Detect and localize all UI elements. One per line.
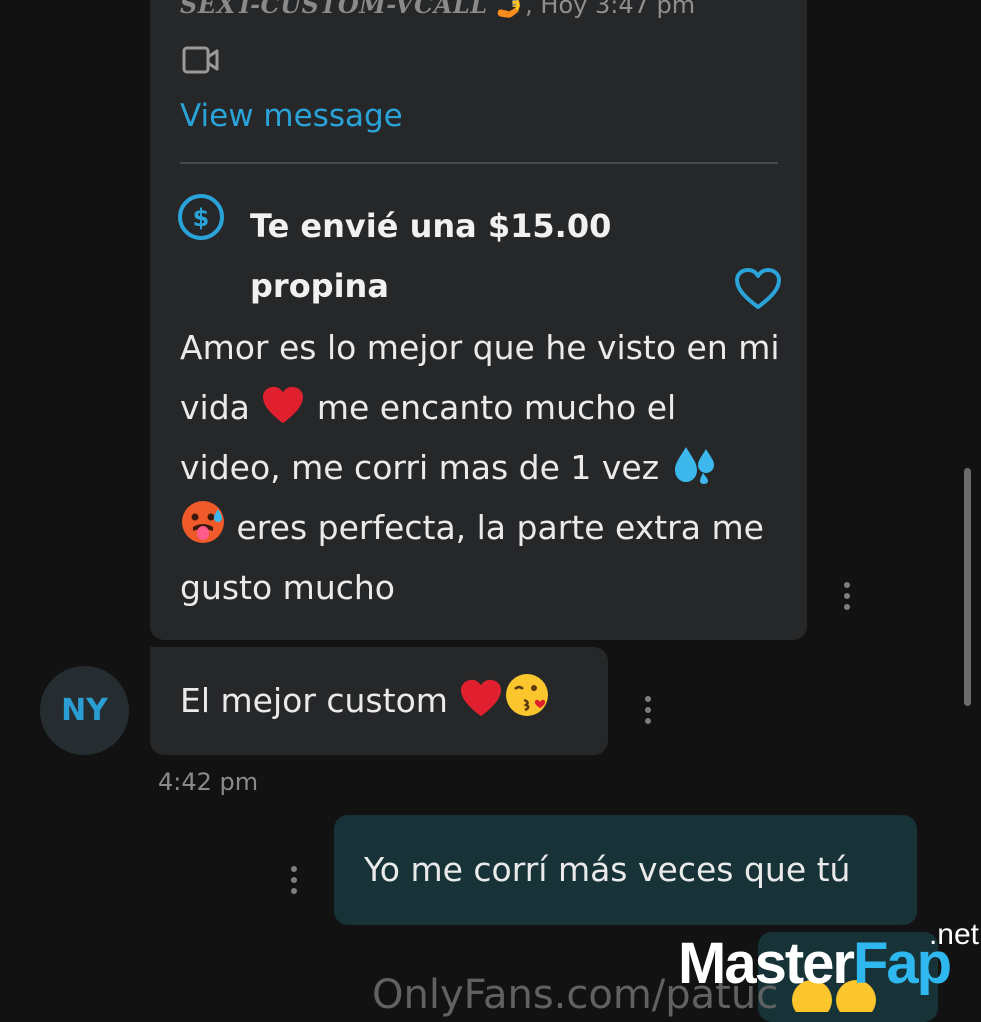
svg-text:$: $	[193, 204, 210, 232]
hot-face-emoji	[182, 501, 224, 543]
sender-caption: SEXT-CUSTOM-VCALL	[180, 0, 488, 19]
message-body: Amor es lo mejor que he visto en mi vida…	[180, 318, 780, 618]
watermark-logo: .net MasterFap	[676, 918, 981, 1000]
dollar-coin-icon: $	[178, 194, 224, 240]
kiss-wink-emoji	[506, 674, 549, 716]
message-body-part-3: eres perfecta, la parte extra me gusto m…	[180, 508, 764, 607]
tip-amount-text: Te envié una $15.00 propina	[250, 207, 612, 305]
view-message-link[interactable]: View message	[180, 98, 403, 134]
outgoing-message-text: Yo me corrí más veces que tú	[364, 850, 851, 889]
divider	[180, 162, 778, 164]
incoming-message-text: El mejor custom	[180, 672, 550, 729]
message-options-icon[interactable]	[837, 580, 857, 614]
avatar[interactable]: NY	[40, 666, 129, 755]
message-header: SEXT-CUSTOM-VCALL 🤳, Hoy 3:47 pm	[180, 0, 695, 19]
like-heart-icon[interactable]	[733, 267, 783, 311]
message-options-icon[interactable]	[284, 864, 304, 898]
logo-word-2: Fap	[852, 931, 952, 996]
sweat-droplets-emoji	[674, 447, 714, 484]
incoming-message-label: El mejor custom	[180, 681, 448, 720]
video-camera-icon	[182, 46, 219, 74]
selfie-emoji: 🤳	[495, 0, 526, 19]
logo-word-1: Master	[678, 931, 855, 996]
red-heart-emoji	[461, 679, 502, 717]
message-options-icon[interactable]	[638, 694, 658, 728]
message-timestamp: 4:42 pm	[158, 768, 259, 796]
red-heart-emoji	[263, 386, 304, 424]
scrollbar[interactable]	[964, 468, 971, 706]
logo-text: MasterFap	[678, 930, 952, 997]
message-body-part-2: me encanto mucho el video, me corri mas …	[180, 388, 677, 487]
message-time: , Hoy 3:47 pm	[525, 0, 696, 19]
